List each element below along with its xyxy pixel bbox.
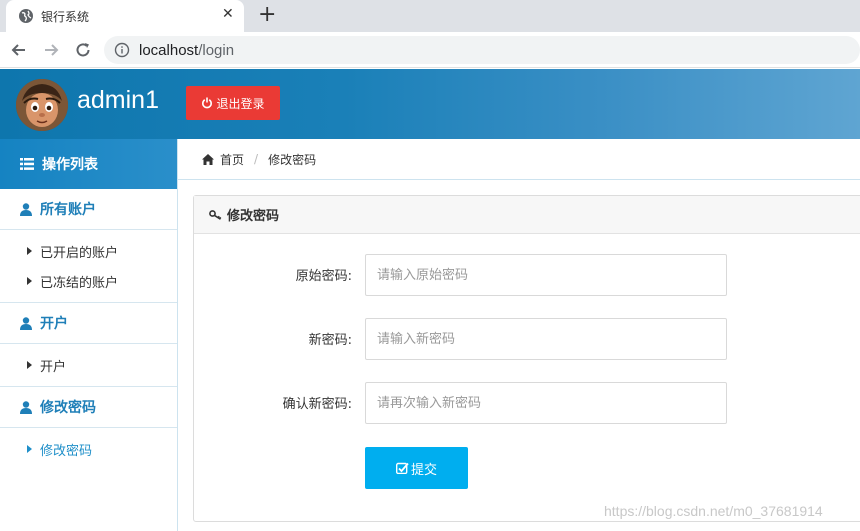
forward-arrow-icon[interactable] <box>40 39 62 61</box>
panel-title: 修改密码 <box>227 209 280 224</box>
browser-tab-strip: 银行系统 ✕ + <box>0 0 860 32</box>
breadcrumb-current: 修改密码 <box>268 152 317 167</box>
sidebar-item-label: 已冻结的账户 <box>40 275 119 291</box>
sidebar-group-items: 已开启的账户 已冻结的账户 <box>0 230 177 303</box>
sidebar-item-open-account[interactable]: 开户 <box>0 350 177 380</box>
form-row-confirm-password: 确认新密码: <box>194 382 860 424</box>
form-row-new-password: 新密码: <box>194 318 860 360</box>
home-icon <box>202 153 214 165</box>
username: admin1 <box>77 86 159 114</box>
user-icon <box>20 400 32 414</box>
new-password-label: 新密码: <box>308 333 352 348</box>
key-icon <box>209 209 222 220</box>
logout-label: 退出登录 <box>216 96 265 111</box>
url-host: localhost <box>139 42 199 59</box>
panel-header: 修改密码 <box>194 196 860 234</box>
sidebar-group-label: 所有账户 <box>40 202 96 218</box>
caret-right-icon <box>27 361 32 369</box>
submit-label: 提交 <box>410 461 437 477</box>
caret-right-icon <box>27 277 32 285</box>
confirm-password-label: 确认新密码: <box>282 397 352 412</box>
url-path: /login <box>198 42 235 59</box>
caret-right-icon <box>27 247 32 255</box>
sidebar-group-open-account[interactable]: 开户 <box>0 303 177 344</box>
sidebar-item-label: 开户 <box>40 359 67 375</box>
watermark: https://blog.csdn.net/m0_37681914 <box>604 503 823 519</box>
old-password-input[interactable] <box>365 254 727 296</box>
info-icon[interactable] <box>114 42 130 58</box>
check-square-icon <box>395 462 409 474</box>
tab-title: 银行系统 <box>41 10 90 24</box>
caret-right-icon <box>27 445 32 453</box>
sidebar-item-label: 已开启的账户 <box>40 245 119 261</box>
sidebar: 操作列表 所有账户 已开启的账户 已冻结的账户 开户 开户 修改密码 修改密码 <box>0 139 178 531</box>
logout-button[interactable]: 退出登录 <box>186 86 280 120</box>
sidebar-group-change-password[interactable]: 修改密码 <box>0 387 177 428</box>
browser-tab[interactable]: 银行系统 ✕ <box>6 0 244 32</box>
sidebar-item-frozen-accounts[interactable]: 已冻结的账户 <box>0 266 177 296</box>
sidebar-heading-label: 操作列表 <box>42 157 98 173</box>
avatar-image <box>16 79 68 131</box>
breadcrumb-separator: / <box>254 152 259 166</box>
sidebar-item-label: 修改密码 <box>40 443 93 459</box>
change-password-panel: 修改密码 原始密码: 新密码: 确认新密码: 提交 <box>193 195 860 522</box>
breadcrumb-home[interactable]: 首页 <box>220 151 244 168</box>
new-password-input[interactable] <box>365 318 727 360</box>
url-field[interactable]: localhost/login <box>104 36 860 64</box>
back-arrow-icon[interactable] <box>8 39 30 61</box>
confirm-password-input[interactable] <box>365 382 727 424</box>
sidebar-group-items: 开户 <box>0 344 177 387</box>
old-password-label: 原始密码: <box>295 269 352 284</box>
reload-icon[interactable] <box>72 39 94 61</box>
sidebar-heading: 操作列表 <box>0 139 177 189</box>
globe-icon <box>19 9 33 23</box>
sidebar-group-label: 开户 <box>40 316 68 332</box>
sidebar-item-change-password[interactable]: 修改密码 <box>0 434 177 464</box>
power-icon <box>202 97 213 109</box>
user-icon <box>20 316 32 330</box>
breadcrumb: 首页 / 修改密码 <box>178 139 860 180</box>
new-tab-button[interactable]: + <box>258 3 276 27</box>
user-icon <box>20 202 32 216</box>
submit-button[interactable]: 提交 <box>365 447 468 489</box>
avatar <box>16 79 68 131</box>
sidebar-group-accounts[interactable]: 所有账户 <box>0 189 177 230</box>
form-row-old-password: 原始密码: <box>194 254 860 296</box>
sidebar-group-label: 修改密码 <box>40 400 96 416</box>
url-text: localhost/login <box>139 42 234 59</box>
list-icon <box>20 158 34 170</box>
sidebar-item-open-accounts[interactable]: 已开启的账户 <box>0 236 177 266</box>
address-bar: localhost/login <box>0 32 860 68</box>
sidebar-group-items: 修改密码 <box>0 428 177 470</box>
app-header: admin1 退出登录 <box>0 69 860 139</box>
close-icon[interactable]: ✕ <box>222 6 234 22</box>
